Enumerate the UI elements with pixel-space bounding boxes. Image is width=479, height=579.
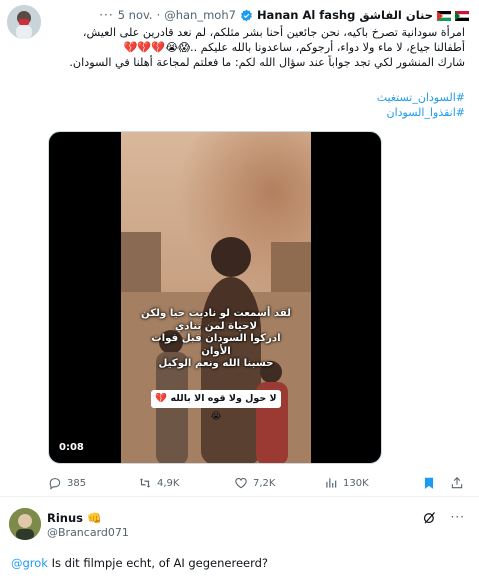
overlay-line: لقد أسمعت لو ناديت حيا ولكن (141, 308, 291, 319)
tweet-body-line: شارك المنشور لكي تجد جواباً عند سؤال الل… (69, 56, 465, 69)
tweet-body-line: امرأة سودانية تصرخ باكيه، نحن جائعين أحن… (82, 26, 465, 39)
original-tweet[interactable]: حنان الفاشق Hanan Al fashg @han_moh7 · 5… (0, 0, 479, 497)
video-overlay-text: لقد أسمعت لو ناديت حيا ولكن لاحياة لمن ت… (121, 308, 311, 371)
views-button[interactable]: 130K (324, 476, 369, 490)
reply-count: 385 (67, 477, 87, 489)
more-options-icon[interactable]: ··· (451, 510, 465, 529)
reply-icon (49, 478, 61, 490)
grok-icon[interactable] (422, 510, 437, 529)
mention-link[interactable]: @grok (11, 556, 48, 570)
hashtag-link[interactable]: #السودان_تستغيث (377, 90, 465, 105)
bookmark-button[interactable] (422, 476, 436, 490)
hashtag-list: #السودان_تستغيث #انقذوا_السودان (377, 90, 465, 120)
like-button[interactable]: 7,2K (234, 476, 275, 490)
views-chart-icon (326, 478, 337, 488)
like-count: 7,2K (253, 477, 276, 489)
video-duration: 0:08 (59, 442, 84, 453)
reply-body: Is dit filmpje echt, of AI gegenereerd? (47, 556, 269, 570)
bookmark-filled-icon (424, 477, 434, 489)
repost-icon (139, 478, 151, 488)
tweet-date[interactable]: 5 nov. (118, 8, 153, 22)
reply-header-actions: ··· (422, 510, 465, 529)
overlay-line: ادركوا السودان قبل فوات (151, 333, 281, 344)
repost-count: 4,9K (157, 477, 180, 489)
sudan-flag-icon (455, 10, 469, 21)
palestine-flag-icon (437, 10, 451, 21)
hashtag-link[interactable]: #انقذوا_السودان (377, 105, 465, 120)
video-player[interactable]: لقد أسمعت لو ناديت حيا ولكن لاحياة لمن ت… (48, 131, 382, 464)
tweet-header: حنان الفاشق Hanan Al fashg @han_moh7 · 5… (93, 6, 469, 24)
tweet-body-line: أطفالنا جياع، لا ماء ولا دواء، أرجوكم، س… (123, 41, 465, 54)
author-avatar[interactable] (7, 5, 41, 39)
views-count: 130K (343, 477, 369, 489)
heart-icon (235, 478, 247, 489)
separator-dot: · (156, 8, 161, 22)
author-handle[interactable]: @han_moh7 (164, 8, 236, 22)
repost-button[interactable]: 4,9K (138, 476, 179, 490)
reply-text: @grok Is dit filmpje echt, of AI gegener… (11, 556, 268, 570)
reply-tweet[interactable]: Rinus 👊 @Brancard071 ··· @grok Is dit fi… (0, 498, 479, 579)
overlay-line: لاحياة لمن تنادي (174, 320, 258, 332)
author-name[interactable]: حنان الفاشق Hanan Al fashg (257, 8, 433, 22)
video-caption: لا حول ولا قوه الا بالله 💔😭 (151, 390, 281, 422)
tweet-body: امرأة سودانية تصرخ باكيه، نحن جائعين أحن… (48, 25, 465, 70)
overlay-line: حسبنا الله ونعم الوكيل (158, 358, 274, 369)
verified-badge-icon (240, 9, 253, 22)
tweet-actions: 385 4,9K 7,2K 130K (48, 474, 468, 492)
more-options-button[interactable]: ··· (99, 8, 113, 22)
share-icon (451, 477, 463, 489)
reply-author-name[interactable]: Rinus 👊 (47, 511, 101, 525)
reply-button[interactable]: 385 (48, 476, 86, 490)
reply-author-avatar[interactable] (9, 508, 41, 540)
reply-author-handle[interactable]: @Brancard071 (47, 526, 129, 539)
overlay-line: الأوان (201, 345, 231, 357)
share-button[interactable] (450, 476, 464, 490)
